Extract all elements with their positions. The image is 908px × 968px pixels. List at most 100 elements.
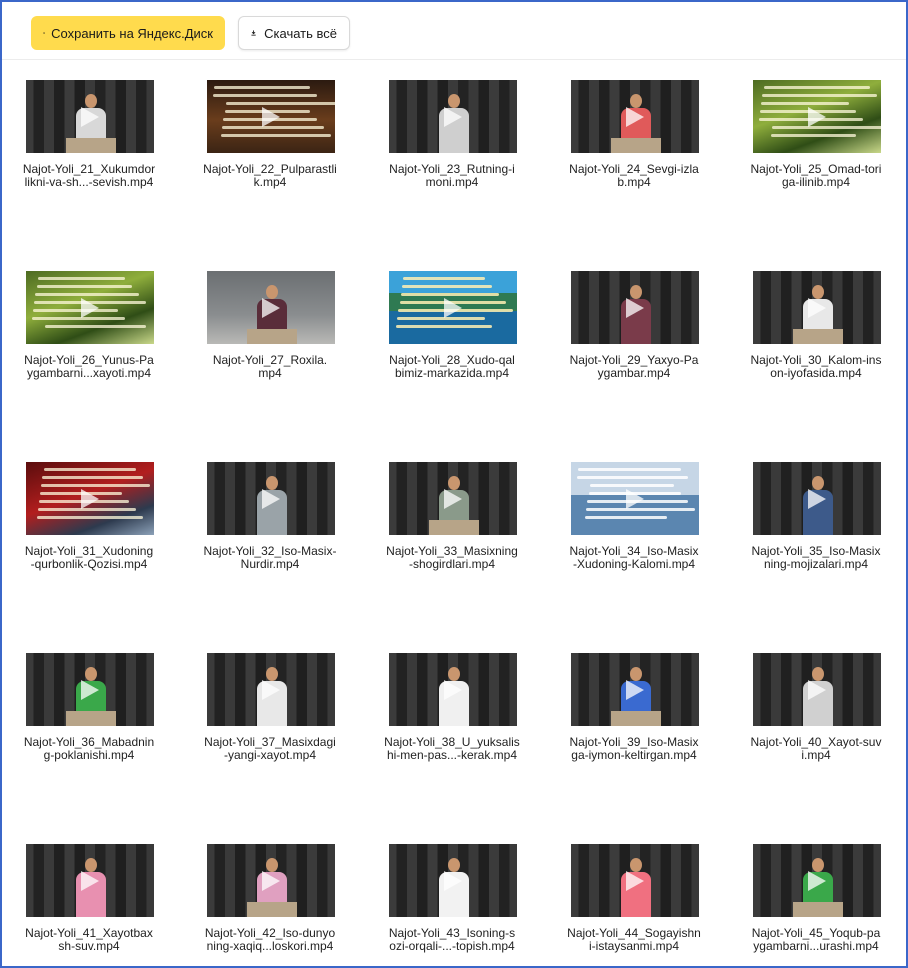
lectern xyxy=(247,902,297,917)
play-icon xyxy=(626,489,644,509)
video-thumbnail[interactable] xyxy=(753,653,881,726)
file-name: Najot-Yoli_29_Yaxyo-Pa ygambar.mp4 xyxy=(559,354,709,380)
file-name: Najot-Yoli_43_Isoning-s ozi-orqali-...-to… xyxy=(377,927,527,953)
file-name-line-2: ygambarni...urashi.mp4 xyxy=(753,939,879,953)
file-name-line-2: sh-suv.mp4 xyxy=(58,939,120,953)
lectern xyxy=(66,711,116,726)
play-icon xyxy=(626,871,644,891)
play-icon xyxy=(444,107,462,127)
video-thumbnail[interactable] xyxy=(26,80,154,153)
video-thumbnail[interactable] xyxy=(26,271,154,344)
play-icon xyxy=(81,298,99,318)
file-name-line-2: -Xudoning-Kalomi.mp4 xyxy=(572,557,696,571)
file-name: Najot-Yoli_24_Sevgi-izla b.mp4 xyxy=(559,163,709,189)
file-name-line-2: -shogirdlari.mp4 xyxy=(408,557,496,571)
video-thumbnail[interactable] xyxy=(753,80,881,153)
lectern xyxy=(66,138,116,153)
play-icon xyxy=(81,871,99,891)
play-icon xyxy=(808,871,826,891)
lectern xyxy=(429,520,479,535)
file-name: Najot-Yoli_37_Masixdagi -yangi-xayot.mp4 xyxy=(195,736,345,762)
play-icon xyxy=(444,298,462,318)
toolbar: Сохранить на Яндекс.Диск Скачать всё xyxy=(2,2,906,60)
video-thumbnail[interactable] xyxy=(207,844,335,917)
file-name: Najot-Yoli_31_Xudoning -qurbonlik-Qozisi.… xyxy=(14,545,164,571)
file-name-line-2: ozi-orqali-...-topish.mp4 xyxy=(389,939,515,953)
play-icon xyxy=(81,107,99,127)
file-name: Najot-Yoli_26_Yunus-Pa ygambarni...xayoti… xyxy=(14,354,164,380)
file-name-line-2: on-iyofasida.mp4 xyxy=(770,366,862,380)
play-icon xyxy=(262,680,280,700)
file-name: Najot-Yoli_33_Masixning -shogirdlari.mp4 xyxy=(377,545,527,571)
lectern xyxy=(793,902,843,917)
download-all-button[interactable]: Скачать всё xyxy=(238,16,350,50)
save-to-yandex-disk-button[interactable]: Сохранить на Яндекс.Диск xyxy=(31,16,225,50)
video-thumbnail[interactable] xyxy=(571,80,699,153)
file-name: Najot-Yoli_39_Iso-Masix ga-iymon-keltirga… xyxy=(559,736,709,762)
play-icon xyxy=(626,107,644,127)
lectern xyxy=(611,711,661,726)
lectern xyxy=(247,329,297,344)
video-thumbnail[interactable] xyxy=(26,653,154,726)
play-icon xyxy=(626,298,644,318)
video-thumbnail[interactable] xyxy=(389,80,517,153)
play-icon xyxy=(81,680,99,700)
video-thumbnail[interactable] xyxy=(207,271,335,344)
play-icon xyxy=(808,298,826,318)
video-thumbnail[interactable] xyxy=(389,653,517,726)
video-thumbnail[interactable] xyxy=(389,462,517,535)
file-name: Najot-Yoli_44_Sogayishn i-istaysanmi.mp4 xyxy=(559,927,709,953)
video-thumbnail[interactable] xyxy=(26,844,154,917)
file-name-line-2: ning-mojizalari.mp4 xyxy=(763,557,869,571)
file-name-line-2: ga-ilinib.mp4 xyxy=(781,175,851,189)
yandex-disk-icon xyxy=(43,32,46,34)
play-icon xyxy=(262,871,280,891)
play-icon xyxy=(81,489,99,509)
file-name: Najot-Yoli_22_Pulparastli k.mp4 xyxy=(195,163,345,189)
file-name-line-2: mp4 xyxy=(258,366,282,380)
file-name: Najot-Yoli_21_Xukumdor likni-va-sh...-sev… xyxy=(14,163,164,189)
play-icon xyxy=(444,871,462,891)
video-thumbnail[interactable] xyxy=(389,844,517,917)
play-icon xyxy=(808,107,826,127)
play-icon xyxy=(444,680,462,700)
file-name: Najot-Yoli_36_Mabadnin g-poklanishi.mp4 xyxy=(14,736,164,762)
file-name: Najot-Yoli_27_Roxila. mp4 xyxy=(195,354,345,380)
file-name-line-2: bimiz-markazida.mp4 xyxy=(394,366,510,380)
video-thumbnail[interactable] xyxy=(571,462,699,535)
play-icon xyxy=(808,489,826,509)
file-name: Najot-Yoli_45_Yoqub-pa ygambarni...urashi… xyxy=(741,927,891,953)
file-name: Najot-Yoli_42_Iso-dunyo ning-xaqiq...losk… xyxy=(195,927,345,953)
video-thumbnail[interactable] xyxy=(26,462,154,535)
video-thumbnail[interactable] xyxy=(571,653,699,726)
file-name: Najot-Yoli_38_U_yuksalis hi-men-pas...-ke… xyxy=(377,736,527,762)
file-name: Najot-Yoli_23_Rutning-i moni.mp4 xyxy=(377,163,527,189)
file-name-line-2: ning-xaqiq...loskori.mp4 xyxy=(206,939,334,953)
video-thumbnail[interactable] xyxy=(389,271,517,344)
video-thumbnail[interactable] xyxy=(753,462,881,535)
video-thumbnail[interactable] xyxy=(207,80,335,153)
play-icon xyxy=(626,680,644,700)
file-name: Najot-Yoli_25_Omad-tori ga-ilinib.mp4 xyxy=(741,163,891,189)
file-name-line-2: -yangi-xayot.mp4 xyxy=(223,748,317,762)
video-thumbnail[interactable] xyxy=(753,271,881,344)
video-thumbnail[interactable] xyxy=(571,271,699,344)
play-icon xyxy=(262,107,280,127)
file-name-line-2: i.mp4 xyxy=(801,748,831,762)
video-thumbnail[interactable] xyxy=(207,462,335,535)
video-thumbnail[interactable] xyxy=(571,844,699,917)
file-name-line-2: ga-iymon-keltirgan.mp4 xyxy=(571,748,697,762)
file-name: Najot-Yoli_40_Xayot-suv i.mp4 xyxy=(741,736,891,762)
play-icon xyxy=(444,489,462,509)
download-icon xyxy=(251,30,256,36)
file-name: Najot-Yoli_28_Xudo-qal bimiz-markazida.mp… xyxy=(377,354,527,380)
lectern xyxy=(611,138,661,153)
file-name-line-2: moni.mp4 xyxy=(425,175,479,189)
file-name-line-2: Nurdir.mp4 xyxy=(240,557,300,571)
file-name-line-2: likni-va-sh...-sevish.mp4 xyxy=(24,175,154,189)
file-name-line-2: i-istaysanmi.mp4 xyxy=(588,939,680,953)
file-name: Najot-Yoli_32_Iso-Masix- Nurdir.mp4 xyxy=(195,545,345,571)
video-thumbnail[interactable] xyxy=(753,844,881,917)
video-thumbnail[interactable] xyxy=(207,653,335,726)
file-name: Najot-Yoli_30_Kalom-ins on-iyofasida.mp4 xyxy=(741,354,891,380)
